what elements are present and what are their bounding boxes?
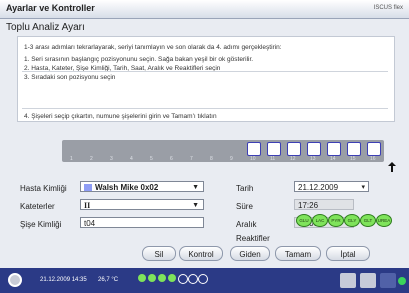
chevron-down-icon: ▼ bbox=[192, 184, 199, 191]
chevron-down-icon: ▼ bbox=[192, 202, 199, 209]
position-slot[interactable] bbox=[267, 142, 281, 156]
catheter-select[interactable]: II ▼ bbox=[80, 199, 204, 210]
position-strip: 1 2 3 4 5 6 7 8 9 10 11 12 13 14 15 16 bbox=[62, 140, 384, 162]
vial-input[interactable]: t04 bbox=[80, 217, 204, 228]
title-bar: Ayarlar ve Kontroller ISCUS flex bbox=[0, 0, 409, 19]
instruction-divider bbox=[22, 71, 388, 72]
position-number: 13 bbox=[310, 156, 316, 162]
status-dot-icon bbox=[188, 274, 198, 284]
patient-value: Walsh Mike 0x02 bbox=[95, 183, 159, 192]
reagent-glu[interactable]: GLU bbox=[296, 214, 312, 227]
brand-label: ISCUS flex bbox=[373, 5, 403, 11]
position-slot[interactable] bbox=[287, 142, 301, 156]
position-number: 12 bbox=[290, 156, 296, 162]
power-icon[interactable] bbox=[8, 273, 22, 287]
taskbar-temperature: 26,7 °C bbox=[98, 277, 119, 283]
position-number: 5 bbox=[150, 156, 153, 162]
display-icon[interactable] bbox=[340, 273, 356, 288]
gear-icon[interactable] bbox=[360, 273, 376, 288]
taskbar-datetime: 21.12.2009 14:35 bbox=[40, 277, 87, 283]
page-title: Toplu Analiz Ayarı bbox=[6, 22, 85, 33]
date-select[interactable]: 21.12.2009 ▾ bbox=[294, 181, 369, 192]
catheter-label: Kateterler bbox=[20, 202, 55, 211]
chevron-down-icon: ▾ bbox=[361, 184, 365, 191]
window-title: Ayarlar ve Kontroller bbox=[6, 3, 95, 13]
control-button[interactable]: Kontrol bbox=[179, 246, 223, 261]
instruction-step: 1. Seri sırasının başlangıç pozisyonunu … bbox=[24, 56, 254, 63]
vial-label: Şişe Kimliği bbox=[20, 220, 62, 229]
position-slot[interactable] bbox=[247, 142, 261, 156]
status-dot-icon bbox=[168, 274, 176, 282]
outgoing-button[interactable]: Giden bbox=[230, 246, 270, 261]
position-number: 3 bbox=[110, 156, 113, 162]
catheter-value: II bbox=[84, 201, 91, 210]
instruction-step: 3. Sıradaki son pozisyonu seçin bbox=[24, 74, 116, 81]
position-number: 1 bbox=[70, 156, 73, 162]
instruction-divider bbox=[22, 108, 388, 109]
position-number: 8 bbox=[210, 156, 213, 162]
reagent-urea[interactable]: UREA bbox=[376, 214, 392, 227]
status-dot-icon bbox=[198, 274, 208, 284]
position-number: 10 bbox=[250, 156, 256, 162]
position-number: 9 bbox=[230, 156, 233, 162]
instruction-final: 4. Şişeleri seçip çıkartın, numune şişel… bbox=[24, 113, 217, 120]
instruction-intro: 1-3 arası adımları tekrarlayarak, seriyi… bbox=[24, 44, 282, 51]
date-value: 21.12.2009 bbox=[298, 183, 339, 192]
interval-label: Aralık bbox=[236, 220, 257, 229]
position-number: 15 bbox=[350, 156, 356, 162]
patient-select[interactable]: Walsh Mike 0x02 ▼ bbox=[80, 181, 204, 192]
instructions-panel: 1-3 arası adımları tekrarlayarak, seriyi… bbox=[17, 36, 395, 122]
ok-button[interactable]: Tamam bbox=[275, 246, 321, 261]
duration-label: Süre bbox=[236, 202, 253, 211]
position-slot[interactable] bbox=[307, 142, 321, 156]
date-label: Tarih bbox=[236, 184, 254, 193]
status-dot-icon bbox=[138, 274, 146, 282]
position-number: 6 bbox=[170, 156, 173, 162]
patient-label: Hasta Kimliği bbox=[20, 184, 67, 193]
position-number: 16 bbox=[370, 156, 376, 162]
reagent-lac[interactable]: LAC bbox=[312, 214, 328, 227]
status-dot-icon bbox=[158, 274, 166, 282]
delete-button[interactable]: Sil bbox=[142, 246, 176, 261]
status-indicator bbox=[398, 277, 406, 285]
position-slot[interactable] bbox=[327, 142, 341, 156]
position-number: 2 bbox=[90, 156, 93, 162]
duration-field: 17:26 bbox=[294, 199, 354, 210]
reagent-glt[interactable]: GLT bbox=[360, 214, 376, 227]
arrow-up-icon bbox=[388, 162, 396, 172]
position-slot[interactable] bbox=[367, 142, 381, 156]
position-number: 7 bbox=[190, 156, 193, 162]
status-dot-icon bbox=[178, 274, 188, 284]
reagent-gly[interactable]: GLY bbox=[344, 214, 360, 227]
patient-color-swatch bbox=[84, 184, 92, 191]
position-slot[interactable] bbox=[347, 142, 361, 156]
reagents-label: Reaktifler bbox=[236, 234, 270, 243]
position-number: 11 bbox=[270, 156, 276, 162]
position-number: 14 bbox=[330, 156, 336, 162]
chart-icon[interactable] bbox=[380, 273, 396, 288]
cancel-button[interactable]: İptal bbox=[326, 246, 370, 261]
position-number: 4 bbox=[130, 156, 133, 162]
taskbar: 21.12.2009 14:35 26,7 °C bbox=[0, 268, 409, 293]
reagent-pyr[interactable]: PYR bbox=[328, 214, 344, 227]
status-dot-icon bbox=[148, 274, 156, 282]
